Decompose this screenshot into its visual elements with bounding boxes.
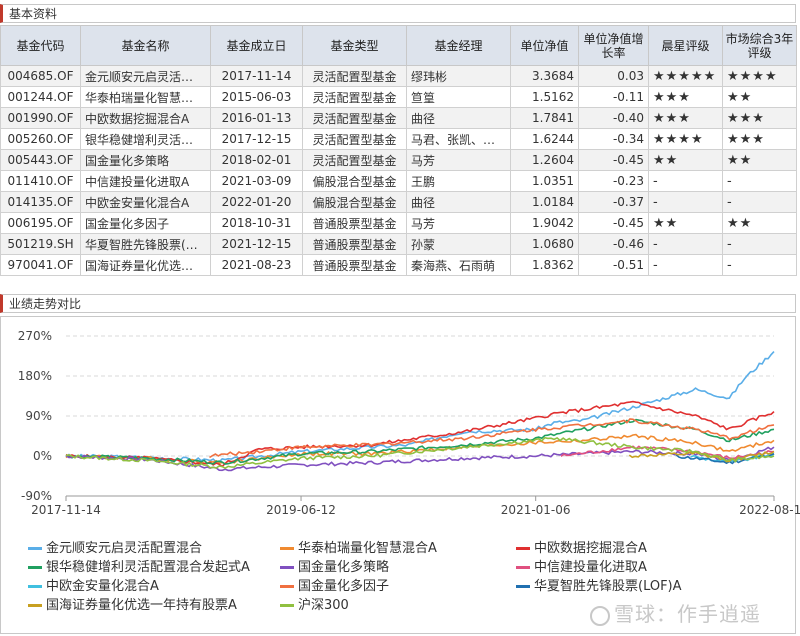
- legend-swatch-icon: [516, 585, 530, 588]
- y-tick-label: 0%: [33, 449, 52, 463]
- legend-item[interactable]: 沪深300: [280, 594, 349, 613]
- legend-label: 中欧金安量化混合A: [46, 579, 159, 594]
- x-tick-label: 2019-06-12: [266, 503, 336, 517]
- legend-label: 中欧数据挖掘混合A: [534, 541, 647, 556]
- series-line: [65, 400, 775, 468]
- x-tick-label: 2022-08-12: [739, 503, 800, 517]
- legend-item[interactable]: 国海证券量化优选一年持有股票A: [28, 594, 237, 613]
- snowball-logo-icon: [590, 605, 610, 626]
- y-tick-label: 90%: [25, 409, 52, 423]
- legend-item[interactable]: 华泰柏瑞量化智慧混合A: [280, 537, 437, 556]
- watermark: 雪球：作手逍遥: [590, 598, 761, 627]
- legend-swatch-icon: [280, 604, 294, 607]
- x-tick-label: 2021-01-06: [501, 503, 571, 517]
- legend-swatch-icon: [280, 585, 294, 588]
- legend-swatch-icon: [516, 566, 530, 569]
- legend-item[interactable]: 华夏智胜先锋股票(LOF)A: [516, 575, 682, 594]
- y-tick-label: -90%: [21, 489, 52, 503]
- watermark-text: 雪球：作手逍遥: [614, 602, 761, 626]
- legend-swatch-icon: [516, 547, 530, 550]
- legend-label: 华泰柏瑞量化智慧混合A: [298, 541, 437, 556]
- legend-label: 国海证券量化优选一年持有股票A: [46, 598, 237, 613]
- legend-item[interactable]: 金元顺安元启灵活配置混合: [28, 537, 202, 556]
- legend-label: 国金量化多策略: [298, 560, 390, 575]
- legend-item[interactable]: 银华稳健增利灵活配置混合发起式A: [28, 556, 250, 575]
- legend-label: 金元顺安元启灵活配置混合: [46, 541, 203, 556]
- legend-item[interactable]: 中信建投量化进取A: [516, 556, 647, 575]
- legend-label: 国金量化多因子: [298, 579, 390, 594]
- legend-item[interactable]: 中欧金安量化混合A: [28, 575, 159, 594]
- legend-label: 银华稳健增利灵活配置混合发起式A: [46, 560, 250, 575]
- legend-item[interactable]: 国金量化多策略: [280, 556, 389, 575]
- series-line: [65, 351, 775, 463]
- legend-swatch-icon: [28, 566, 42, 569]
- legend-item[interactable]: 国金量化多因子: [280, 575, 389, 594]
- legend-swatch-icon: [28, 585, 42, 588]
- legend-label: 华夏智胜先锋股票(LOF)A: [534, 579, 682, 594]
- y-tick-label: 270%: [18, 329, 52, 343]
- x-tick-label: 2017-11-14: [31, 503, 101, 517]
- legend-swatch-icon: [28, 547, 42, 550]
- legend-label: 中信建投量化进取A: [534, 560, 647, 575]
- legend-swatch-icon: [280, 566, 294, 569]
- legend-label: 沪深300: [298, 598, 349, 613]
- y-tick-label: 180%: [18, 369, 52, 383]
- legend-swatch-icon: [28, 604, 42, 607]
- legend-item[interactable]: 中欧数据挖掘混合A: [516, 537, 647, 556]
- legend-swatch-icon: [280, 547, 294, 550]
